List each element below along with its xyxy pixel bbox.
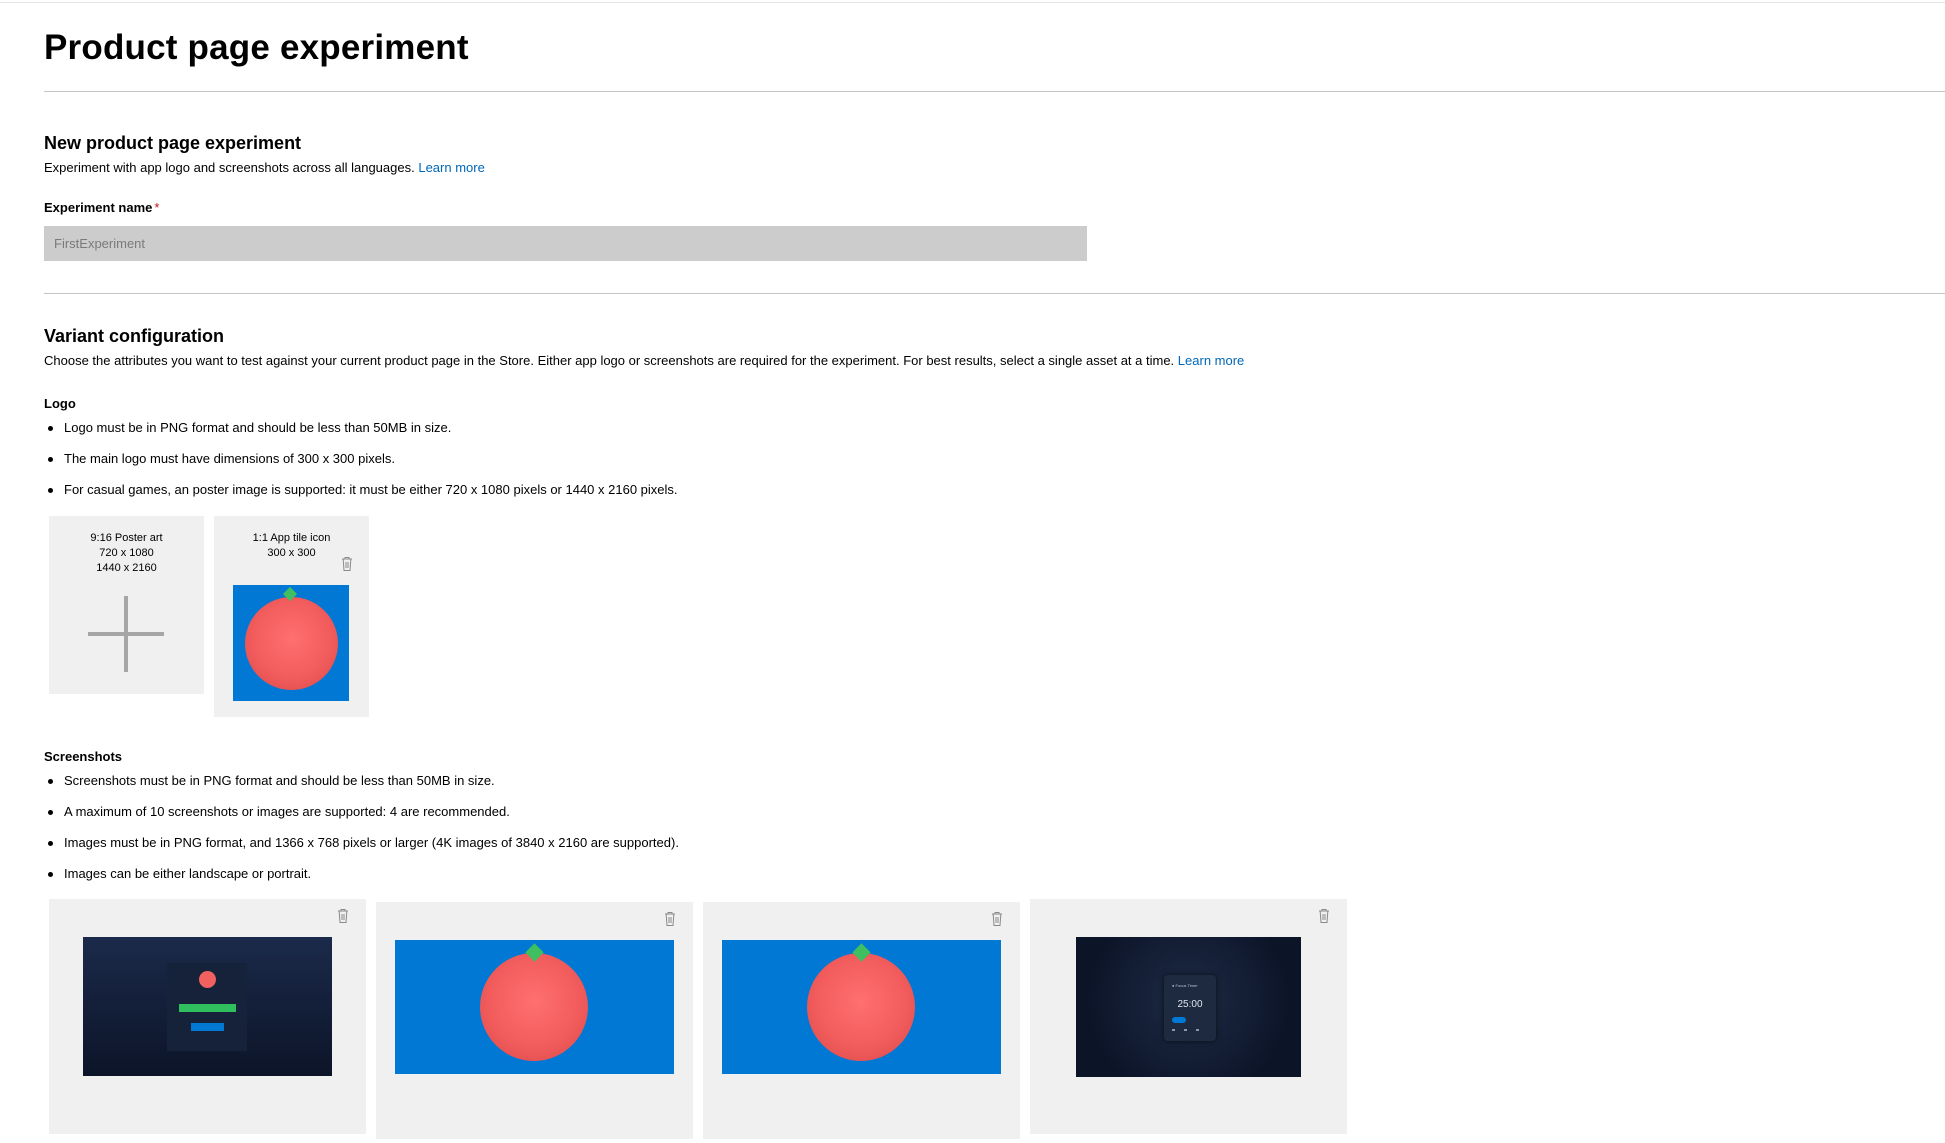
timer-controls xyxy=(1172,1029,1208,1031)
app-tile-icon-tile: 1:1 App tile icon 300 x 300 xyxy=(214,516,369,717)
variant-description: Choose the attributes you want to test a… xyxy=(44,353,1244,368)
screenshot-tile-2 xyxy=(376,902,693,1139)
section-divider xyxy=(44,293,1945,294)
plus-icon[interactable] xyxy=(88,596,164,672)
poster-art-caption: 9:16 Poster art 720 x 1080 1440 x 2160 xyxy=(49,531,204,576)
experiment-name-label: Experiment name * xyxy=(44,200,159,215)
experiment-name-label-text: Experiment name xyxy=(44,200,153,215)
variant-learn-more-link[interactable]: Learn more xyxy=(1178,353,1244,368)
learn-more-link[interactable]: Learn more xyxy=(418,160,484,175)
page-title: Product page experiment xyxy=(44,28,469,67)
screenshot-image-2 xyxy=(395,940,674,1074)
app-tile-caption-title: 1:1 App tile icon xyxy=(252,532,331,544)
required-asterisk: * xyxy=(154,200,160,215)
new-experiment-description-text: Experiment with app logo and screenshots… xyxy=(44,160,415,175)
poster-art-upload-tile[interactable]: 9:16 Poster art 720 x 1080 1440 x 2160 xyxy=(49,516,204,694)
tomato-logo xyxy=(245,597,338,690)
list-item: Images can be either landscape or portra… xyxy=(44,865,679,896)
new-experiment-description: Experiment with app logo and screenshots… xyxy=(44,160,485,175)
trash-icon[interactable] xyxy=(1318,908,1330,924)
experiment-name-input[interactable] xyxy=(44,226,1087,261)
timer-display: 25:00 xyxy=(1177,999,1203,1010)
timer-card: ● Focus Timer 25:00 xyxy=(1164,975,1216,1041)
poster-art-caption-size-2: 1440 x 2160 xyxy=(96,562,157,574)
screenshot-tile-4: ● Focus Timer 25:00 xyxy=(1030,899,1347,1134)
poster-art-caption-title: 9:16 Poster art xyxy=(90,532,163,544)
logo-requirements-list: Logo must be in PNG format and should be… xyxy=(44,419,678,512)
tomato-logo xyxy=(480,953,588,1061)
trash-icon[interactable] xyxy=(991,911,1003,927)
title-divider xyxy=(44,91,1945,92)
screenshot-image-4: ● Focus Timer 25:00 xyxy=(1076,937,1301,1077)
list-item: For casual games, an poster image is sup… xyxy=(44,481,678,512)
poster-art-caption-size-1: 720 x 1080 xyxy=(99,547,154,559)
list-item: A maximum of 10 screenshots or images ar… xyxy=(44,803,679,834)
screenshot-tile-3 xyxy=(703,902,1020,1139)
list-item: Logo must be in PNG format and should be… xyxy=(44,419,678,450)
tomato-logo xyxy=(807,953,915,1061)
screenshots-heading: Screenshots xyxy=(44,749,123,764)
variant-description-text: Choose the attributes you want to test a… xyxy=(44,353,1175,368)
timer-app-name: ● Focus Timer xyxy=(1172,983,1198,988)
list-item: The main logo must have dimensions of 30… xyxy=(44,450,678,481)
screenshots-requirements-list: Screenshots must be in PNG format and sh… xyxy=(44,772,679,896)
list-item: Screenshots must be in PNG format and sh… xyxy=(44,772,679,803)
list-item: Images must be in PNG format, and 1366 x… xyxy=(44,834,679,865)
timer-start-button xyxy=(1172,1017,1186,1023)
top-border xyxy=(0,2,1945,3)
screenshot-tile-1 xyxy=(49,899,366,1134)
red-dot xyxy=(199,971,216,988)
trash-icon[interactable] xyxy=(337,908,349,924)
screenshot-image-3 xyxy=(722,940,1001,1074)
logo-heading: Logo xyxy=(44,396,76,411)
new-experiment-heading: New product page experiment xyxy=(44,133,302,153)
variant-configuration-heading: Variant configuration xyxy=(44,326,225,346)
screenshot-image-1 xyxy=(83,937,332,1076)
blue-bar xyxy=(191,1023,224,1031)
app-tile-image xyxy=(233,585,349,701)
green-bar xyxy=(179,1004,236,1012)
trash-icon[interactable] xyxy=(341,556,353,572)
trash-icon[interactable] xyxy=(664,911,676,927)
